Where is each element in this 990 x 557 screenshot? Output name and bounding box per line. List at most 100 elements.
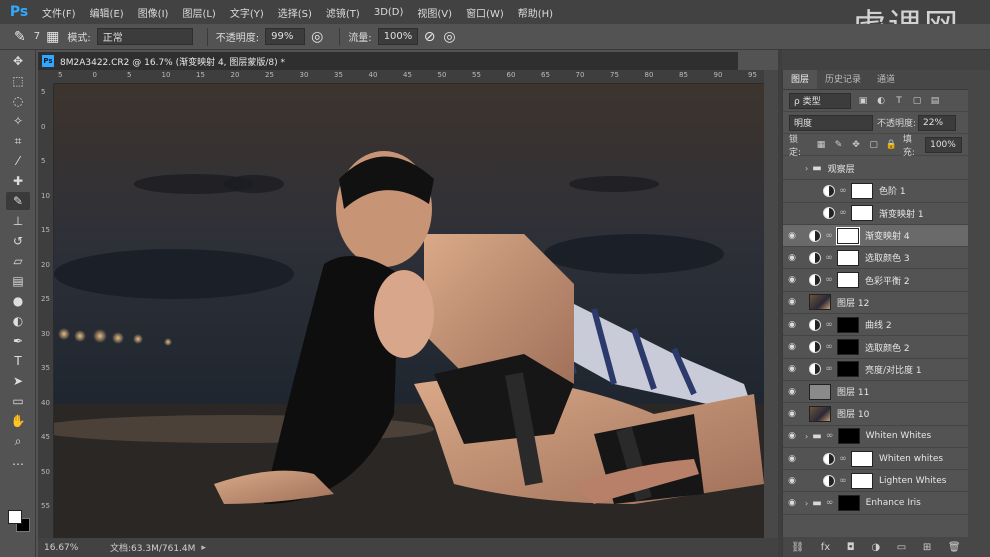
mask-link-icon[interactable]: ∞ (825, 320, 833, 330)
lasso-tool-icon[interactable]: ◌ (6, 92, 30, 110)
group-expand-icon[interactable]: › (805, 164, 808, 173)
image-canvas[interactable] (54, 84, 764, 538)
lock-pixels-icon[interactable]: ✎ (833, 139, 845, 151)
layer-mask-thumbnail[interactable] (837, 428, 860, 445)
new-adjustment-icon[interactable]: ◑ (871, 542, 880, 553)
group-expand-icon[interactable]: › (805, 499, 808, 508)
layer-name[interactable]: 观察层 (828, 162, 855, 175)
layer-mask-thumbnail[interactable] (837, 495, 860, 512)
adjustment-layer-icon[interactable] (809, 363, 821, 376)
hand-tool-icon[interactable]: ✋ (6, 412, 30, 430)
layer-name[interactable]: 色彩平衡 2 (865, 274, 910, 287)
mask-link-icon[interactable]: ∞ (839, 186, 847, 196)
layer-row[interactable]: ◉ 图层 11 (783, 381, 969, 404)
layer-name[interactable]: 图层 10 (837, 407, 869, 420)
visibility-eye-icon[interactable]: ◉ (783, 498, 801, 508)
layer-mask-thumbnail[interactable] (851, 205, 873, 222)
mask-link-icon[interactable]: ∞ (826, 498, 834, 508)
layer-row[interactable]: ◉ ∞ 选取颜色 2 (783, 336, 969, 359)
eraser-tool-icon[interactable]: ▱ (6, 252, 30, 270)
layer-thumbnail[interactable] (809, 383, 831, 400)
layer-mask-thumbnail[interactable] (837, 249, 859, 266)
visibility-eye-icon[interactable]: ◉ (783, 454, 801, 464)
pressure-size-icon[interactable]: ◎ (443, 29, 455, 45)
layer-filter-select[interactable]: ρ 类型 (789, 92, 851, 109)
menu-3d[interactable]: 3D(D) (374, 7, 404, 18)
menu-help[interactable]: 帮助(H) (518, 5, 553, 20)
layer-name[interactable]: Lighten Whites (879, 476, 946, 486)
menu-image[interactable]: 图像(I) (138, 5, 169, 20)
zoom-tool-icon[interactable]: ⌕ (6, 432, 30, 450)
layer-name[interactable]: Whiten Whites (866, 431, 932, 441)
visibility-eye-icon[interactable]: ◉ (783, 476, 801, 486)
menu-window[interactable]: 窗口(W) (466, 5, 504, 20)
menu-type[interactable]: 文字(Y) (230, 5, 264, 20)
visibility-eye-icon[interactable]: ◉ (783, 186, 801, 196)
lock-artboard-icon[interactable]: ▢ (868, 139, 880, 151)
zoom-level[interactable]: 16.67% (44, 543, 104, 553)
menu-edit[interactable]: 编辑(E) (90, 5, 124, 20)
layer-row[interactable]: ◉ ∞ 选取颜色 3 (783, 247, 969, 270)
adjustment-layer-icon[interactable] (823, 207, 835, 220)
mask-link-icon[interactable]: ∞ (825, 342, 833, 352)
adjustment-layer-icon[interactable] (809, 274, 821, 287)
filter-smart-object-icon[interactable]: ▤ (929, 95, 941, 107)
filter-type-icon[interactable]: T (893, 95, 905, 107)
lock-all-icon[interactable]: 🔒 (885, 139, 897, 151)
more-tools-icon[interactable]: … (6, 452, 30, 470)
adjustment-layer-icon[interactable] (809, 318, 821, 331)
airbrush-icon[interactable]: ⊘ (424, 29, 436, 45)
visibility-eye-icon[interactable]: ◉ (783, 409, 801, 419)
lock-transparent-icon[interactable]: ▦ (815, 139, 827, 151)
layer-row[interactable]: ◉ 图层 10 (783, 403, 969, 426)
mask-link-icon[interactable]: ∞ (825, 253, 833, 263)
doc-info[interactable]: 文档:63.3M/761.4M (110, 541, 195, 554)
healing-brush-tool-icon[interactable]: ✚ (6, 172, 30, 190)
layer-row[interactable]: ◉ ∞ Lighten Whites (783, 470, 969, 493)
layer-name[interactable]: 选取颜色 3 (865, 251, 910, 264)
mode-select[interactable]: 正常 (96, 28, 193, 45)
adjustment-layer-icon[interactable] (823, 474, 835, 487)
layer-mask-thumbnail[interactable] (851, 450, 873, 467)
layer-mask-thumbnail[interactable] (837, 272, 859, 289)
mask-link-icon[interactable]: ∞ (839, 208, 847, 218)
tab-channels[interactable]: 通道 (869, 70, 903, 89)
visibility-eye-icon[interactable]: ◉ (783, 164, 801, 174)
color-swatches[interactable] (8, 510, 32, 534)
move-tool-icon[interactable]: ✥ (6, 52, 30, 70)
layer-mask-thumbnail[interactable] (837, 339, 859, 356)
layer-name[interactable]: 色阶 1 (879, 184, 906, 197)
crop-tool-icon[interactable]: ⌗ (6, 132, 30, 150)
adjustment-layer-icon[interactable] (809, 341, 821, 354)
status-arrow-icon[interactable]: ▸ (201, 543, 206, 553)
layer-row[interactable]: ◉ ∞ 曲线 2 (783, 314, 969, 337)
opacity-field[interactable]: 99% (265, 28, 306, 45)
rectangle-tool-icon[interactable]: ▭ (6, 392, 30, 410)
layer-name[interactable]: 图层 12 (837, 296, 869, 309)
blend-mode-select[interactable]: 明度 (789, 114, 873, 131)
foreground-color-swatch[interactable] (8, 510, 22, 524)
ruler-vertical[interactable]: 5 0 5 10 15 20 25 30 35 40 45 50 55 (38, 84, 54, 538)
tab-history[interactable]: 历史记录 (817, 70, 869, 89)
filter-adjustment-icon[interactable]: ◐ (875, 95, 887, 107)
mask-link-icon[interactable]: ∞ (839, 454, 847, 464)
menu-filter[interactable]: 滤镜(T) (326, 5, 360, 20)
mask-link-icon[interactable]: ∞ (826, 431, 834, 441)
layer-name[interactable]: Enhance Iris (866, 498, 921, 508)
layer-row[interactable]: ◉ › ▬ 观察层 (783, 158, 969, 181)
brush-size[interactable]: 7 (34, 31, 40, 42)
visibility-eye-icon[interactable]: ◉ (783, 320, 801, 330)
ruler-horizontal[interactable]: 5 0 5 10 15 20 25 30 35 40 45 50 55 60 65 70 75 80 85 90 95 (54, 70, 764, 84)
visibility-eye-icon[interactable]: ◉ (783, 364, 801, 374)
layer-mask-thumbnail[interactable] (836, 226, 860, 245)
layer-row[interactable]: ◉ › ▬ ∞ Enhance Iris (783, 492, 969, 515)
mask-link-icon[interactable]: ∞ (825, 231, 833, 241)
visibility-eye-icon[interactable]: ◉ (783, 342, 801, 352)
layer-name[interactable]: 曲线 2 (865, 318, 892, 331)
layer-style-icon[interactable]: fx (821, 542, 830, 553)
brush-panel-icon[interactable]: ▦ (46, 29, 59, 45)
lock-position-icon[interactable]: ✥ (850, 139, 862, 151)
pressure-opacity-icon[interactable]: ◎ (311, 29, 323, 45)
fill-field[interactable]: 100% (925, 136, 962, 153)
layer-row[interactable]: ◉ › ▬ ∞ Whiten Whites (783, 426, 969, 448)
